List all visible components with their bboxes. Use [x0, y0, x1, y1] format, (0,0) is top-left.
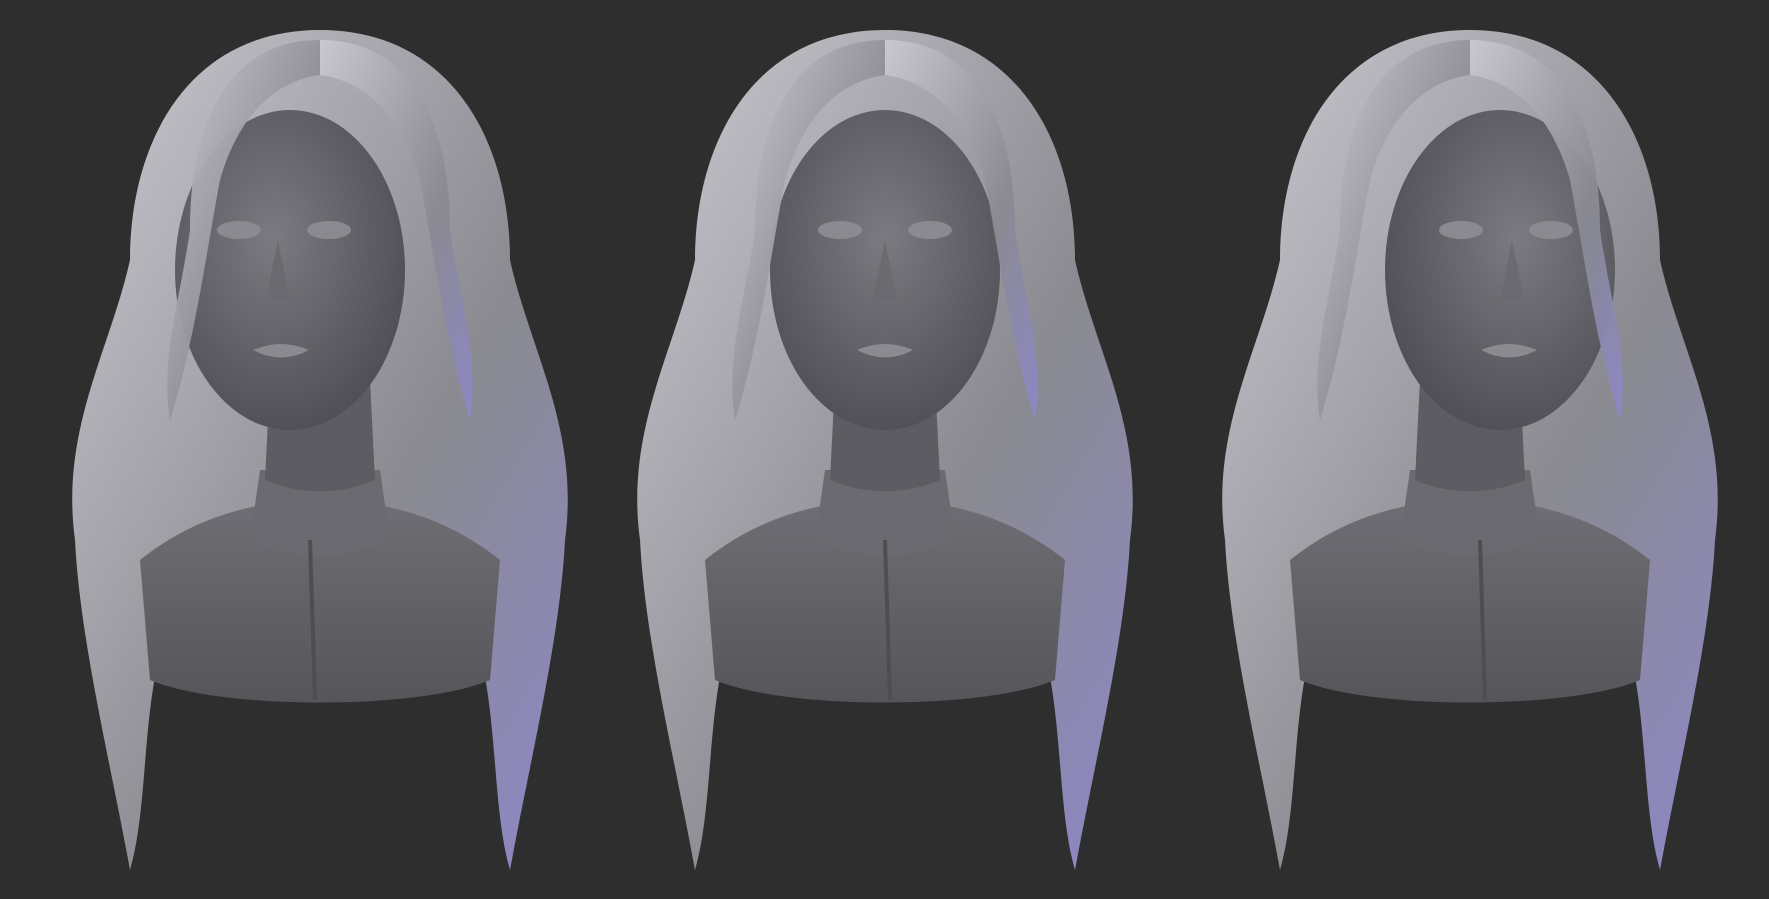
face — [770, 110, 1000, 430]
eye-right — [1529, 221, 1573, 239]
bust-view-front — [585, 0, 1185, 899]
eye-right — [908, 221, 952, 239]
eye-left — [217, 221, 261, 239]
eye-left — [1439, 221, 1483, 239]
bust-view-left-three-quarter — [20, 0, 620, 899]
eye-left — [818, 221, 862, 239]
bust-view-right-three-quarter — [1170, 0, 1769, 899]
eye-right — [307, 221, 351, 239]
